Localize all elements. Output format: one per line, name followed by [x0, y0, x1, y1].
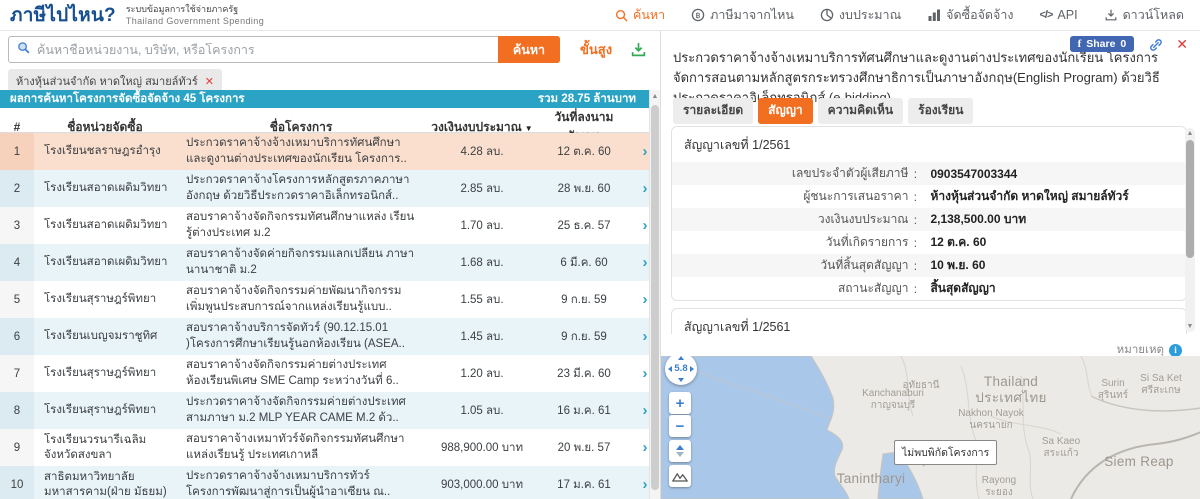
- contract-card: สัญญาเลขที่ 1/2561 เลขประจำตัวผู้เสียภาษ…: [671, 126, 1187, 301]
- facebook-icon: f: [1078, 38, 1082, 50]
- map-zoom-level: 5.8: [665, 363, 697, 374]
- pan-down-icon[interactable]: [678, 378, 684, 382]
- detail-row: ผู้ชนะการเสนอราคา ห้างหุ้นส่วนจำกัด หาดใ…: [672, 185, 1186, 208]
- search-box: ค้นหา: [8, 36, 560, 63]
- scrollbar-thumb[interactable]: [651, 105, 659, 490]
- project-detail-panel: f Share 0 ✕ ประกวดราคาจ้างจ้างเหมาบริการ…: [660, 31, 1200, 499]
- coin-icon: ฿: [691, 8, 705, 22]
- export-download-icon[interactable]: [630, 41, 647, 58]
- facebook-share-button[interactable]: f Share 0: [1070, 36, 1135, 52]
- pitch-down-icon[interactable]: [676, 452, 684, 457]
- app-subtitle-th: ระบบข้อมูลการใช้จ่ายภาครัฐ: [126, 3, 264, 15]
- contract-number: สัญญาเลขที่ 1/2561: [672, 127, 1186, 162]
- info-icon[interactable]: i: [1169, 344, 1182, 357]
- map-label-sakaeo: Sa Kaeo สระแก้ว: [1042, 436, 1080, 460]
- table-row[interactable]: 5 โรงเรียนสุราษฎร์พิทยา สอบราคาจ้างจัดกิ…: [0, 281, 660, 318]
- map-label-nakhonnayok: Nakhon Nayok นครนายก: [958, 408, 1024, 432]
- search-results-panel: ค้นหา ขั้นสูง ห้างหุ้นส่วนจำกัด หาดใหญ่ …: [0, 31, 660, 499]
- tab-comments[interactable]: ความคิดเห็น: [818, 98, 903, 124]
- detail-row: วันที่สิ้นสุดสัญญา 10 พ.ย. 60: [672, 254, 1186, 277]
- download-icon: [1104, 8, 1118, 22]
- scroll-up-icon[interactable]: ▲: [650, 90, 660, 100]
- close-panel-icon[interactable]: ✕: [1176, 37, 1188, 51]
- scrollbar-thumb[interactable]: [1186, 140, 1194, 258]
- tab-complaints[interactable]: ร้องเรียน: [908, 98, 973, 124]
- search-input[interactable]: [37, 43, 559, 57]
- table-scrollbar[interactable]: ▲: [649, 90, 660, 499]
- map-terrain-button[interactable]: [669, 465, 691, 487]
- results-table-body: 1 โรงเรียนชลราษฎรอำรุง ประกวดราคาจ้างจ้า…: [0, 133, 660, 499]
- search-button[interactable]: ค้นหา: [498, 36, 560, 63]
- nav-item-budget[interactable]: งบประมาณ: [820, 5, 901, 25]
- search-icon: [615, 9, 628, 22]
- table-row[interactable]: 8 โรงเรียนสุราษฎร์พิทยา ประกวดราคาจ้างจั…: [0, 392, 660, 429]
- map-label-rayong: Rayong ระยอง: [982, 475, 1016, 499]
- detail-row: เลขประจำตัวผู้เสียภาษี 0903547003344: [672, 162, 1186, 185]
- detail-scrollbar[interactable]: ▲ ▼: [1185, 128, 1195, 332]
- tab-contract[interactable]: สัญญา: [758, 98, 813, 124]
- table-row[interactable]: 9 โรงเรียนวรนารีเฉลิม จังหวัดสงขลา สอบรา…: [0, 429, 660, 466]
- bar-chart-icon: [927, 8, 941, 22]
- map-label-surin: Surin สุรินทร์: [1098, 378, 1128, 402]
- map-label-tanintharyi: Tanintharyi: [837, 471, 906, 487]
- remove-filter-icon[interactable]: ✕: [205, 75, 214, 88]
- app-subtitle-en: Thailand Government Spending: [126, 15, 264, 27]
- results-header-bar: ผลการค้นหาโครงการจัดซื้อจัดจ้าง 45 โครงก…: [0, 90, 660, 108]
- filter-tag-label: ห้างหุ้นส่วนจำกัด หาดใหญ่ สมายล์ทัวร์: [16, 72, 198, 90]
- col-num: #: [0, 120, 34, 134]
- main-nav: ค้นหา ฿ ภาษีมาจากไหน งบประมาณ จัดซื้อจัด…: [615, 5, 1184, 25]
- share-row: f Share 0 ✕: [1070, 36, 1188, 52]
- nav-item-api[interactable]: </> API: [1040, 8, 1078, 22]
- pan-up-icon[interactable]: [678, 356, 684, 360]
- contract-rows: เลขประจำตัวผู้เสียภาษี 0903547003344 ผู้…: [672, 162, 1186, 300]
- contract-number: สัญญาเลขที่ 1/2561: [672, 309, 1186, 334]
- nav-item-search[interactable]: ค้นหา: [615, 5, 665, 25]
- map-label-kanchanaburi: Kanchanaburi กาญจนบุรี: [862, 388, 924, 412]
- svg-text:฿: ฿: [696, 11, 701, 20]
- results-total: รวม 28.75 ล้านบาท: [538, 90, 636, 108]
- contract-card: สัญญาเลขที่ 1/2561 เลขประจำตัวผู้เสียภาษ…: [671, 308, 1187, 334]
- table-row[interactable]: 10 สาธิตมหาวิทยาลัยมหาสารคาม(ฝ่าย มัธยม)…: [0, 466, 660, 499]
- detail-row: สถานะสัญญา สิ้นสุดสัญญา: [672, 277, 1186, 300]
- top-bar: ภาษีไปไหน? ระบบข้อมูลการใช้จ่ายภาครัฐ Th…: [0, 0, 1200, 31]
- map-label-sisaket: Si Sa Ket ศรีสะเกษ: [1140, 373, 1182, 397]
- nav-item-procurement[interactable]: จัดซื้อจัดจ้าง: [927, 5, 1013, 25]
- results-title: ผลการค้นหาโครงการจัดซื้อจัดจ้าง 45 โครงก…: [10, 90, 245, 108]
- table-row[interactable]: 6 โรงเรียนเบญจมราชูทิศ สอบราคาจ้างบริการ…: [0, 318, 660, 355]
- map-container[interactable]: อุทัยธานี Thailand ประเทศไทย Kanchanabur…: [661, 356, 1200, 499]
- table-row[interactable]: 2 โรงเรียนสอาดเผดิมวิทยา ประกวดราคาจ้างโ…: [0, 170, 660, 207]
- app-logo[interactable]: ภาษีไปไหน?: [10, 0, 116, 30]
- scroll-down-icon[interactable]: ▼: [1185, 323, 1195, 330]
- map-pitch-control[interactable]: [669, 440, 691, 462]
- detail-tabs: รายละเอียด สัญญา ความคิดเห็น ร้องเรียน: [673, 98, 973, 124]
- table-row[interactable]: 4 โรงเรียนสอาดเผดิมวิทยา สอบราคาจ้างจัดค…: [0, 244, 660, 281]
- table-row[interactable]: 7 โรงเรียนสุราษฎร์พิทยา สอบราคาจ้างจัดกิ…: [0, 355, 660, 392]
- mountain-icon: [671, 470, 689, 483]
- scroll-up-icon[interactable]: ▲: [1185, 130, 1195, 137]
- detail-row: วงเงินงบประมาณ 2,138,500.00 บาท: [672, 208, 1186, 231]
- detail-row: วันที่เกิดรายการ 12 ต.ค. 60: [672, 231, 1186, 254]
- table-row[interactable]: 3 โรงเรียนสอาดเผดิมวิทยา สอบราคาจ้างจัดก…: [0, 207, 660, 244]
- map-label-thailand: Thailand ประเทศไทย: [975, 374, 1046, 406]
- map-zoom-out-button[interactable]: −: [669, 415, 691, 437]
- sort-desc-icon: ▼: [525, 124, 533, 133]
- advanced-search-button[interactable]: ขั้นสูง: [580, 39, 612, 60]
- search-field-icon: [17, 41, 30, 59]
- tab-details[interactable]: รายละเอียด: [673, 98, 753, 124]
- nav-item-download[interactable]: ดาวน์โหลด: [1104, 5, 1184, 25]
- copy-link-icon[interactable]: [1147, 36, 1163, 52]
- code-icon: </>: [1040, 9, 1053, 21]
- pitch-up-icon[interactable]: [676, 445, 684, 450]
- search-row: ค้นหา ขั้นสูง: [8, 36, 647, 63]
- table-column-header: # ชื่อหน่วยจัดซื้อ ชื่อโครงการ วงเงินงบป…: [0, 108, 660, 133]
- pie-chart-icon: [820, 8, 834, 22]
- map-label-siemreap: Siem Reap: [1104, 454, 1173, 470]
- table-row[interactable]: 1 โรงเรียนชลราษฎรอำรุง ประกวดราคาจ้างจ้า…: [0, 133, 660, 170]
- app-subtitle: ระบบข้อมูลการใช้จ่ายภาครัฐ Thailand Gove…: [126, 3, 264, 27]
- map-tooltip-no-coordinates: ไม่พบพิกัดโครงการ: [894, 440, 997, 465]
- nav-item-tax-source[interactable]: ฿ ภาษีมาจากไหน: [691, 5, 794, 25]
- contract-scroll-area: สัญญาเลขที่ 1/2561 เลขประจำตัวผู้เสียภาษ…: [671, 126, 1187, 334]
- map-zoom-in-button[interactable]: +: [669, 392, 691, 414]
